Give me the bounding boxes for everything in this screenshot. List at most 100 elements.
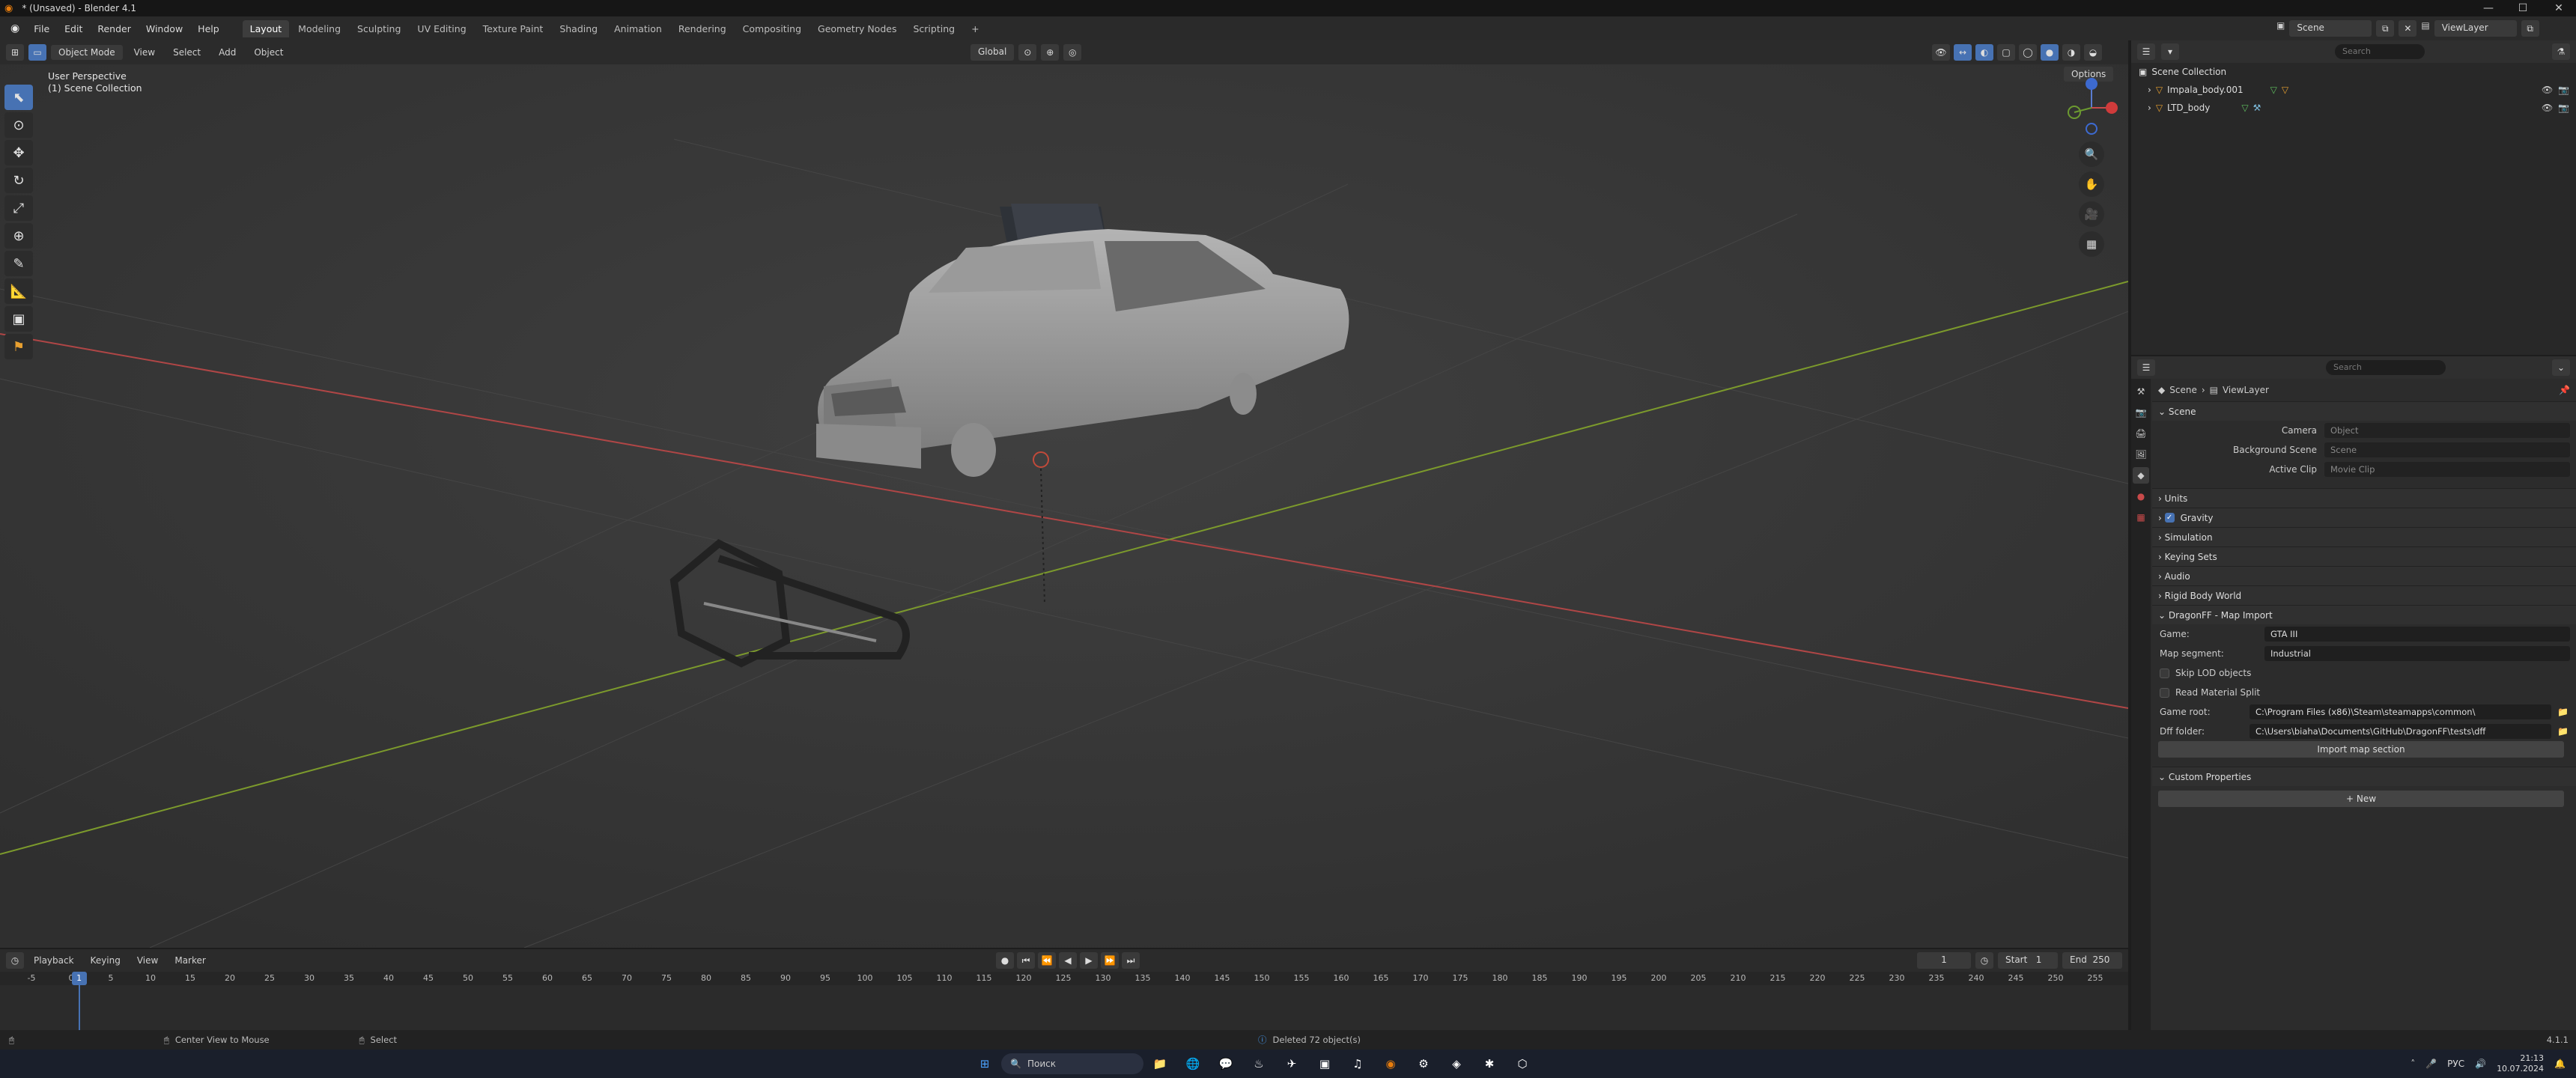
menu-marker[interactable]: Marker bbox=[168, 953, 212, 968]
ortho-toggle-icon[interactable]: ▦ bbox=[2079, 231, 2104, 257]
axis-gizmo-icon[interactable] bbox=[2059, 75, 2124, 135]
outliner-item[interactable]: › ▽ LTD_body ▽ ⚒ 👁 📷 bbox=[2131, 99, 2576, 117]
xray-icon[interactable]: ▢ bbox=[1997, 44, 2015, 61]
app4-icon[interactable]: ⬡ bbox=[1511, 1053, 1534, 1075]
section-units[interactable]: › Units bbox=[2152, 488, 2576, 508]
menu-add[interactable]: Add bbox=[212, 45, 243, 60]
world-tab-icon[interactable]: ● bbox=[2133, 488, 2149, 505]
folder-icon[interactable]: 📁 bbox=[2557, 707, 2569, 717]
menu-keying[interactable]: Keying bbox=[84, 953, 127, 968]
transform-orientation-dropdown[interactable]: Global bbox=[970, 44, 1015, 61]
solid-shading-icon[interactable]: ● bbox=[2041, 44, 2059, 61]
steam-icon[interactable]: ♨ bbox=[1248, 1053, 1270, 1075]
filter-icon[interactable]: ⚗ bbox=[2552, 43, 2570, 60]
visibility-icon[interactable]: 👁 bbox=[1932, 44, 1950, 61]
volume-icon[interactable]: 🔊 bbox=[2475, 1059, 2486, 1069]
tray-chevron-icon[interactable]: ˄ bbox=[2411, 1059, 2415, 1069]
gravity-checkbox[interactable]: ✓ bbox=[2164, 513, 2175, 523]
tab-scripting[interactable]: Scripting bbox=[905, 20, 962, 37]
move-tool-icon[interactable]: ✥ bbox=[4, 140, 33, 165]
custom-tool-icon[interactable]: ⚑ bbox=[4, 334, 33, 359]
render-shading-icon[interactable]: ◒ bbox=[2084, 44, 2102, 61]
outliner-root[interactable]: ▣ Scene Collection bbox=[2131, 63, 2576, 81]
tab-rendering[interactable]: Rendering bbox=[671, 20, 734, 37]
import-map-section-button[interactable]: Import map section bbox=[2158, 741, 2564, 758]
app3-icon[interactable]: ✱ bbox=[1478, 1053, 1501, 1075]
file-explorer-icon[interactable]: 📁 bbox=[1149, 1053, 1171, 1075]
app-icon[interactable]: ▣ bbox=[1313, 1053, 1336, 1075]
section-rigid-body-world[interactable]: › Rigid Body World bbox=[2152, 585, 2576, 605]
tab-sculpting[interactable]: Sculpting bbox=[350, 20, 408, 37]
proportional-edit-icon[interactable]: ◎ bbox=[1063, 44, 1082, 61]
scene-icon[interactable]: ▣ bbox=[2276, 20, 2285, 37]
outliner-search-input[interactable]: Search bbox=[2335, 44, 2425, 59]
pivot-icon[interactable]: ⊙ bbox=[1018, 44, 1037, 61]
properties-editor-icon[interactable]: ☰ bbox=[2137, 359, 2155, 376]
scale-tool-icon[interactable]: ⤢ bbox=[4, 195, 33, 221]
properties-options-icon[interactable]: ⌄ bbox=[2552, 359, 2570, 376]
end-frame-field[interactable]: End 250 bbox=[2062, 952, 2122, 969]
gizmo-icon[interactable]: ↔ bbox=[1954, 44, 1972, 61]
editor-type-icon[interactable]: ⊞ bbox=[6, 44, 24, 61]
jump-end-icon[interactable]: ⏭ bbox=[1122, 952, 1140, 969]
tab-animation[interactable]: Animation bbox=[607, 20, 669, 37]
menu-window[interactable]: Window bbox=[139, 21, 189, 37]
section-dragonff[interactable]: ⌄ DragonFF - Map Import bbox=[2152, 605, 2576, 624]
taskbar-search[interactable]: 🔍 Поиск bbox=[1001, 1053, 1143, 1074]
discord-icon[interactable]: 💬 bbox=[1215, 1053, 1237, 1075]
start-icon[interactable]: ⊞ bbox=[973, 1053, 996, 1075]
active-clip-field[interactable]: Movie Clip bbox=[2324, 462, 2570, 477]
minimize-button[interactable]: — bbox=[2471, 0, 2506, 16]
read-material-checkbox[interactable] bbox=[2160, 687, 2169, 698]
navigation-gizmo[interactable]: 🔍 ✋ 🎥 ▦ bbox=[2059, 75, 2124, 257]
annotate-tool-icon[interactable]: ✎ bbox=[4, 251, 33, 276]
play-reverse-icon[interactable]: ◀ bbox=[1059, 952, 1077, 969]
timeline-ruler[interactable]: -505101520253035404550556065707580859095… bbox=[0, 972, 2128, 985]
section-scene[interactable]: ⌄ Scene bbox=[2152, 401, 2576, 421]
transform-tool-icon[interactable]: ⊕ bbox=[4, 223, 33, 249]
menu-object[interactable]: Object bbox=[247, 45, 290, 60]
texture-tab-icon[interactable]: ▦ bbox=[2133, 509, 2149, 526]
menu-timeline-view[interactable]: View bbox=[130, 953, 165, 968]
play-icon[interactable]: ▶ bbox=[1080, 952, 1098, 969]
view-layer-tab-icon[interactable]: 🖼 bbox=[2133, 446, 2149, 463]
preview-range-icon[interactable]: ◷ bbox=[1975, 952, 1993, 969]
camera-field[interactable]: Object bbox=[2324, 423, 2570, 438]
tab-compositing[interactable]: Compositing bbox=[735, 20, 809, 37]
select-box-icon[interactable]: ▭ bbox=[28, 44, 46, 61]
outliner-editor-icon[interactable]: ☰ bbox=[2137, 43, 2155, 60]
delete-scene-icon[interactable]: ✕ bbox=[2399, 20, 2417, 37]
camera-view-icon[interactable]: 🎥 bbox=[2079, 201, 2104, 227]
output-tab-icon[interactable]: 🖨 bbox=[2133, 425, 2149, 442]
viewlayer-icon[interactable]: ▤ bbox=[2421, 20, 2429, 37]
zoom-view-icon[interactable]: 🔍 bbox=[2079, 141, 2104, 167]
app2-icon[interactable]: ◈ bbox=[1445, 1053, 1468, 1075]
menu-select[interactable]: Select bbox=[166, 45, 207, 60]
background-scene-field[interactable]: Scene bbox=[2324, 442, 2570, 457]
overlay-icon[interactable]: ◐ bbox=[1975, 44, 1993, 61]
new-scene-icon[interactable]: ⧉ bbox=[2376, 20, 2395, 37]
section-custom-properties[interactable]: ⌄ Custom Properties bbox=[2152, 767, 2576, 786]
measure-tool-icon[interactable]: 📐 bbox=[4, 278, 33, 304]
lang-indicator[interactable]: РУС bbox=[2447, 1059, 2464, 1069]
menu-render[interactable]: Render bbox=[91, 21, 138, 37]
expand-icon[interactable]: › bbox=[2148, 85, 2151, 95]
dff-folder-input[interactable]: C:\Users\biaha\Documents\GitHub\DragonFF… bbox=[2250, 724, 2552, 739]
map-segment-dropdown[interactable]: Industrial bbox=[2264, 646, 2570, 661]
select-tool-icon[interactable]: ⬉ bbox=[4, 85, 33, 110]
viewlayer-selector[interactable]: ViewLayer bbox=[2434, 20, 2517, 37]
add-cube-tool-icon[interactable]: ▣ bbox=[4, 306, 33, 332]
close-button[interactable]: ✕ bbox=[2542, 0, 2576, 16]
clock[interactable]: 21:13 10.07.2024 bbox=[2497, 1053, 2544, 1074]
visibility-eye-icon[interactable]: 👁 bbox=[2542, 85, 2553, 95]
game-dropdown[interactable]: GTA III bbox=[2264, 627, 2570, 642]
tab-layout[interactable]: Layout bbox=[242, 19, 290, 37]
jump-start-icon[interactable]: ⏮ bbox=[1017, 952, 1035, 969]
wireframe-shading-icon[interactable]: ◯ bbox=[2019, 44, 2037, 61]
new-viewlayer-icon[interactable]: ⧉ bbox=[2521, 20, 2539, 37]
blender-task-icon[interactable]: ◉ bbox=[1379, 1053, 1402, 1075]
render-tab-icon[interactable]: 📷 bbox=[2133, 404, 2149, 421]
section-simulation[interactable]: › Simulation bbox=[2152, 527, 2576, 546]
section-audio[interactable]: › Audio bbox=[2152, 566, 2576, 585]
snap-icon[interactable]: ⊕ bbox=[1041, 44, 1060, 61]
